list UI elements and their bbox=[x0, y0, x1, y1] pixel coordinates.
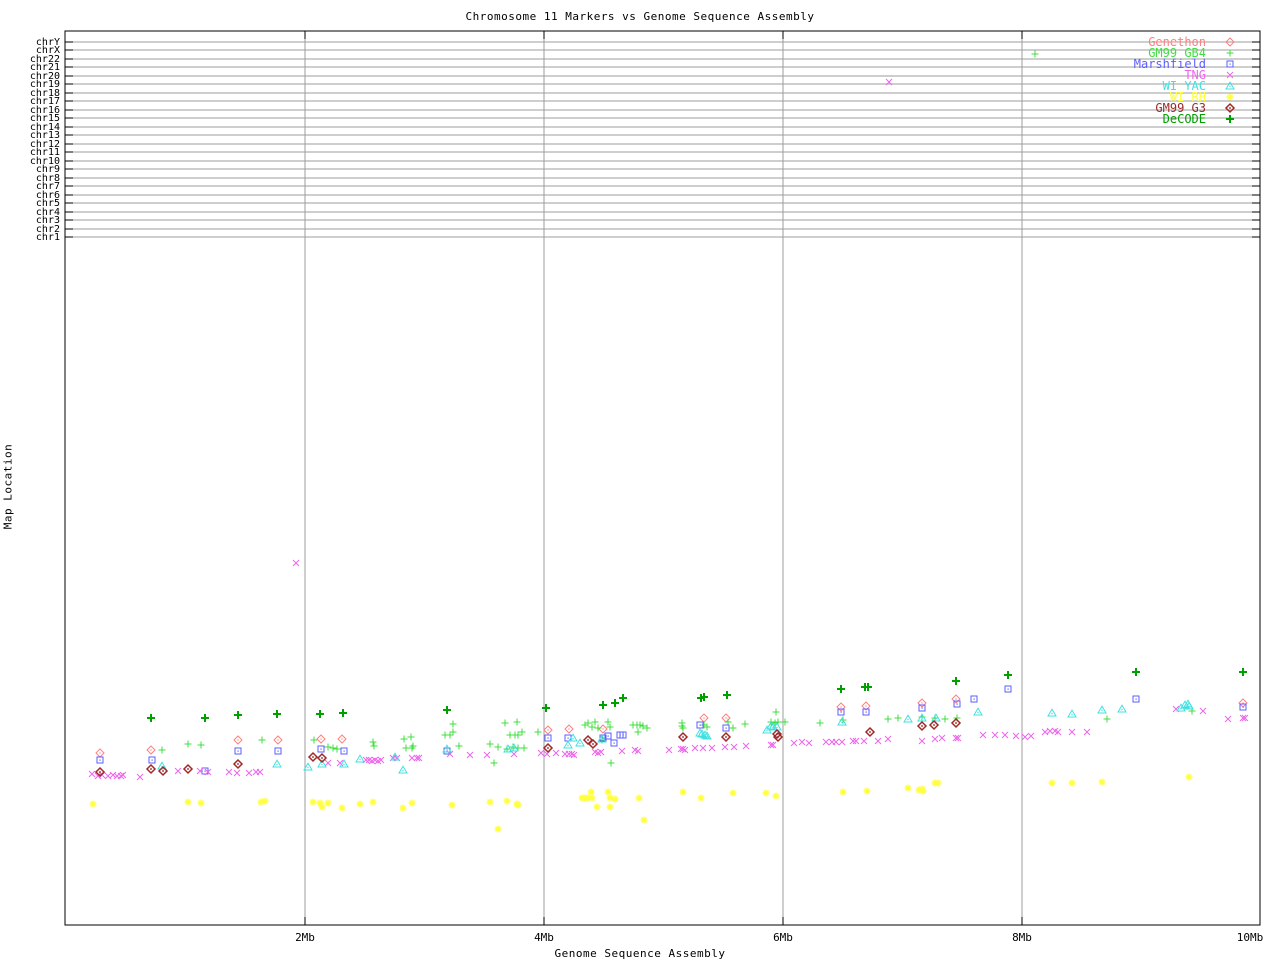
x-axis-label: Genome Sequence Assembly bbox=[554, 947, 726, 960]
legend-label: DeCODE bbox=[1163, 112, 1206, 126]
series-gm99-gb4 bbox=[158, 50, 1196, 767]
x-tick-label: 4Mb bbox=[534, 931, 554, 944]
chart-title: Chromosome 11 Markers vs Genome Sequence… bbox=[465, 10, 815, 23]
axis-tick-labels: chrYchrXchr22chr21chr20chr19chr18chr17ch… bbox=[30, 37, 1263, 944]
grid-lines bbox=[65, 31, 1260, 925]
series-gm99-g3 bbox=[94, 717, 962, 778]
x-tick-label: 10Mb bbox=[1237, 931, 1264, 944]
series-wi-yac bbox=[157, 699, 1194, 774]
x-tick-label: 8Mb bbox=[1012, 931, 1032, 944]
y-tick-label: chr1 bbox=[36, 232, 60, 243]
series-tng bbox=[88, 78, 1249, 781]
series-wi-rh bbox=[89, 773, 1193, 833]
y-axis-label: Map Location bbox=[1, 443, 15, 530]
series-decode bbox=[147, 668, 1247, 722]
axis-ticks bbox=[65, 31, 1260, 925]
x-tick-label: 6Mb bbox=[773, 931, 793, 944]
x-tick-label: 2Mb bbox=[295, 931, 315, 944]
chart-window: chrY chrX chr22 chr21 chr20 chr19 chr18 chr17 ch… bbox=[0, 0, 1280, 960]
scatter-plot-canvas: chrYchrXchr22chr21chr20chr19chr18chr17ch… bbox=[30, 30, 1263, 944]
plot-border bbox=[64, 30, 1261, 926]
legend: GenethonGM99 GB4MarshfieldTNGWI YACWI RH… bbox=[1134, 35, 1236, 126]
